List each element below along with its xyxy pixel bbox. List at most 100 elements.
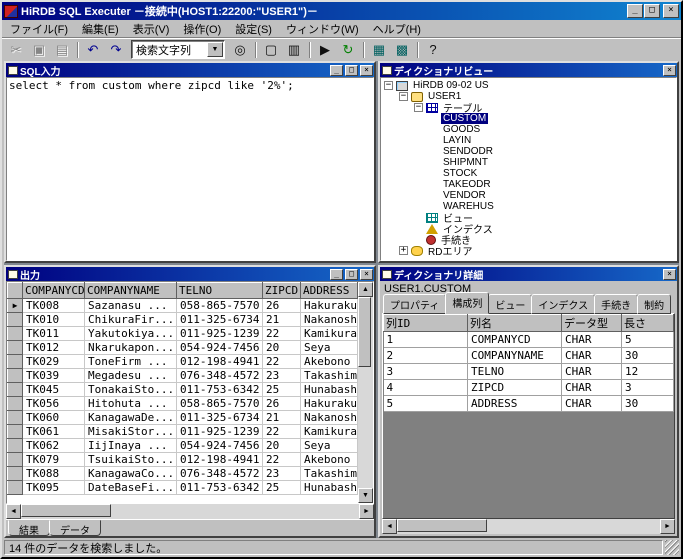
row-selector[interactable] [8, 355, 23, 369]
output-column-header[interactable]: TELNO [177, 283, 263, 299]
cell-column-id[interactable]: 1 [384, 332, 468, 348]
row-selector[interactable] [8, 313, 23, 327]
tree-item[interactable]: USER1 [381, 91, 676, 102]
detail-tab[interactable]: 構成列 [445, 292, 489, 314]
output-row[interactable]: TK061 MisakiStor... 011-925-1239 22 Kami… [8, 425, 358, 439]
output-row[interactable]: TK029 ToneFirm ... 012-198-4941 22 Akebo… [8, 355, 358, 369]
detail-tab[interactable]: 制約 [637, 294, 671, 314]
dictionary-detail-close-button[interactable] [663, 269, 676, 280]
menu-item[interactable]: 操作(O) [176, 19, 228, 39]
row-selector[interactable] [8, 369, 23, 383]
columns-row[interactable]: 3 TELNO CHAR 12 [384, 364, 674, 380]
tree-item[interactable]: HiRDB 09-02 US [381, 80, 676, 91]
refresh-button[interactable]: ↻ [337, 40, 359, 60]
output-column-header[interactable]: COMPANYCD [23, 283, 85, 299]
columns-row[interactable]: 2 COMPANYNAME CHAR 30 [384, 348, 674, 364]
tree-item[interactable]: STOCK [381, 168, 676, 179]
undo-button[interactable]: ↶ [82, 40, 104, 60]
cell-column-id[interactable]: 4 [384, 380, 468, 396]
columns-row[interactable]: 1 COMPANYCD CHAR 5 [384, 332, 674, 348]
tree-item-label[interactable]: SHIPMNT [441, 157, 490, 168]
sql-maximize-button[interactable] [345, 65, 358, 76]
output-row[interactable]: TK056 Hitohuta ... 058-865-7570 26 Hakur… [8, 397, 358, 411]
find-button[interactable]: ◎ [229, 40, 251, 60]
detail-tab[interactable]: プロパティ [383, 294, 446, 314]
output-row[interactable]: TK010 ChikuraFir... 011-325-6734 21 Naka… [8, 313, 358, 327]
output-tab[interactable]: データ [49, 520, 101, 536]
output-row[interactable]: TK062 IijInaya ... 054-924-7456 20 Seya [8, 439, 358, 453]
tree-item-label[interactable]: HiRDB 09-02 US [411, 80, 491, 91]
output-row[interactable]: TK039 Megadesu ... 076-348-4572 23 Takas… [8, 369, 358, 383]
detail-scroll-right-button[interactable] [660, 519, 675, 534]
tree-item[interactable]: GOODS [381, 124, 676, 135]
output-column-header[interactable]: COMPANYNAME [85, 283, 177, 299]
sql-editor[interactable]: select * from custom where zipcd like '2… [6, 77, 374, 261]
help-button[interactable]: ? [422, 40, 444, 60]
detail-scroll-thumb[interactable] [397, 519, 487, 532]
sql-minimize-button[interactable] [330, 65, 343, 76]
row-selector[interactable] [8, 467, 23, 481]
menu-item[interactable]: 表示(V) [126, 19, 177, 39]
columns-column-header[interactable]: 列ID [384, 315, 468, 332]
output-maximize-button[interactable] [345, 269, 358, 280]
output-row[interactable]: TK012 Nkarukapon... 054-924-7456 20 Seya [8, 341, 358, 355]
output-column-header[interactable]: ZIPCD [263, 283, 301, 299]
row-selector[interactable] [8, 481, 23, 495]
new-window-button[interactable]: ▢ [260, 40, 282, 60]
menu-item[interactable]: 設定(S) [228, 19, 279, 39]
tree-item[interactable]: TAKEODR [381, 179, 676, 190]
row-selector[interactable] [8, 439, 23, 453]
tree-item-label[interactable]: CUSTOM [441, 113, 488, 124]
tree-item-label[interactable]: LAYIN [441, 135, 473, 146]
output-row[interactable]: TK060 KanagawaDe... 011-325-6734 21 Naka… [8, 411, 358, 425]
row-selector[interactable] [8, 383, 23, 397]
redo-button[interactable]: ↷ [105, 40, 127, 60]
tree-item[interactable]: RDエリア [381, 245, 676, 256]
execute-button[interactable]: ▶ [314, 40, 336, 60]
tree-item-label[interactable]: RDエリア [426, 243, 474, 258]
output-minimize-button[interactable] [330, 269, 343, 280]
tree-item[interactable]: WAREHUS [381, 201, 676, 212]
tree-item[interactable]: インデクス [381, 223, 676, 234]
output-row[interactable]: TK011 Yakutokiya... 011-925-1239 22 Kami… [8, 327, 358, 341]
row-selector[interactable] [8, 341, 23, 355]
output-row[interactable]: TK095 DateBaseFi... 011-753-6342 25 Huna… [8, 481, 358, 495]
tree-expand-icon[interactable] [414, 103, 423, 112]
columns-column-header[interactable]: 長さ [622, 315, 674, 332]
row-selector[interactable]: ▶ [8, 299, 23, 313]
menu-item[interactable]: ヘルプ(H) [366, 19, 428, 39]
tree-item[interactable]: CUSTOM [381, 113, 676, 124]
detail-tab[interactable]: インデクス [531, 294, 595, 314]
row-selector[interactable] [8, 425, 23, 439]
output-row[interactable]: TK088 KanagawaCo... 076-348-4572 23 Taka… [8, 467, 358, 481]
tree-item-label[interactable]: VENDOR [441, 190, 488, 201]
vertical-scroll-thumb[interactable] [358, 297, 371, 367]
columns-column-header[interactable]: データ型 [562, 315, 622, 332]
resize-grip[interactable] [665, 540, 679, 555]
search-combo-value[interactable]: 検索文字列 [132, 42, 207, 58]
menu-item[interactable]: ウィンドウ(W) [279, 19, 366, 39]
scroll-down-button[interactable] [358, 488, 373, 503]
cut-button[interactable]: ✂ [5, 40, 27, 60]
paste-button[interactable]: ▤ [51, 40, 73, 60]
row-selector[interactable] [8, 327, 23, 341]
search-combo[interactable]: 検索文字列 [131, 40, 225, 59]
menu-item[interactable]: 編集(E) [75, 19, 126, 39]
horizontal-scroll-track[interactable] [21, 504, 359, 519]
dictionary-view-close-button[interactable] [663, 65, 676, 76]
menu-item[interactable]: ファイル(F) [3, 19, 75, 39]
tree-item-label[interactable]: TAKEODR [441, 179, 493, 190]
vertical-scroll-track[interactable] [358, 297, 373, 488]
detail-tab[interactable]: 手続き [594, 294, 638, 314]
tree-item-label[interactable]: SENDODR [441, 146, 495, 157]
close-button[interactable] [663, 4, 679, 18]
tree-item-label[interactable]: GOODS [441, 124, 482, 135]
output-column-header[interactable] [8, 283, 23, 299]
maximize-button[interactable] [644, 4, 660, 18]
scroll-left-button[interactable] [6, 504, 21, 519]
scroll-right-button[interactable] [359, 504, 374, 519]
output-tab[interactable]: 結果 [8, 520, 50, 536]
tree-expand-icon[interactable] [399, 246, 408, 255]
minimize-button[interactable] [627, 4, 643, 18]
output-row[interactable]: TK079 TsuikaiSto... 012-198-4941 22 Akeb… [8, 453, 358, 467]
